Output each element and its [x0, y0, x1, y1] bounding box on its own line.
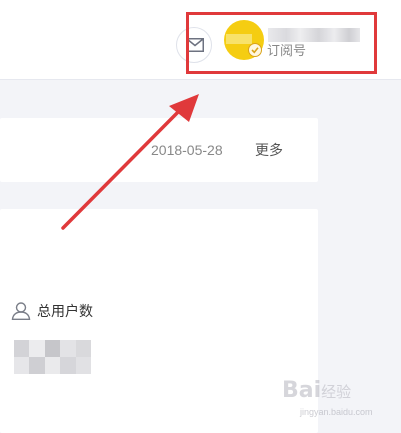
- annotation-arrow: [61, 94, 199, 230]
